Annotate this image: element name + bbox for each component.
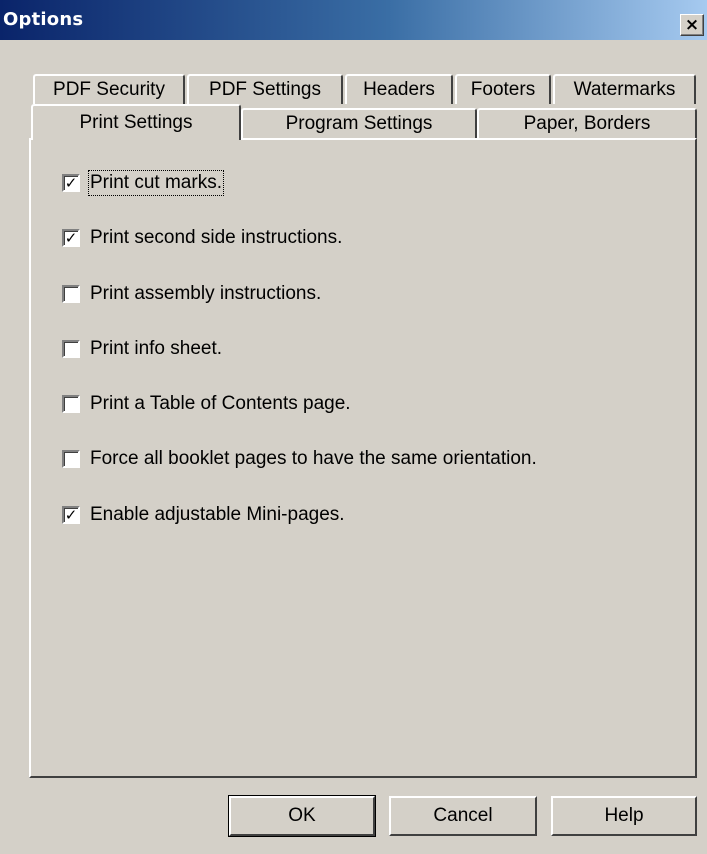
tab-footers[interactable]: Footers <box>455 74 551 104</box>
checkbox-row-force-same-orientation[interactable]: Force all booklet pages to have the same… <box>62 448 537 470</box>
checkbox-print-table-of-contents[interactable] <box>62 395 80 413</box>
tab-print-settings[interactable]: Print Settings <box>31 104 241 140</box>
checkbox-label[interactable]: Print assembly instructions. <box>90 283 321 305</box>
cancel-button[interactable]: Cancel <box>389 796 537 836</box>
tab-program-settings[interactable]: Program Settings <box>241 108 477 138</box>
checkbox-label[interactable]: Print info sheet. <box>90 338 222 360</box>
checkbox-print-info-sheet[interactable] <box>62 340 80 358</box>
help-button[interactable]: Help <box>551 796 697 836</box>
checkbox-label[interactable]: Print cut marks. <box>88 170 224 196</box>
ok-button[interactable]: OK <box>228 795 376 837</box>
checkbox-row-print-table-of-contents[interactable]: Print a Table of Contents page. <box>62 393 351 415</box>
checkbox-label[interactable]: Force all booklet pages to have the same… <box>90 448 537 470</box>
checkbox-row-print-assembly-instructions[interactable]: Print assembly instructions. <box>62 283 321 305</box>
close-icon[interactable]: × <box>680 14 704 36</box>
checkbox-label[interactable]: Print second side instructions. <box>90 227 342 249</box>
checkbox-print-assembly-instructions[interactable] <box>62 285 80 303</box>
checkbox-force-same-orientation[interactable] <box>62 450 80 468</box>
checkbox-row-enable-adjustable-mini-pages[interactable]: ✓ Enable adjustable Mini-pages. <box>62 504 345 526</box>
tab-pdf-settings[interactable]: PDF Settings <box>187 74 343 104</box>
tab-paper-borders[interactable]: Paper, Borders <box>477 108 697 138</box>
checkbox-label[interactable]: Enable adjustable Mini-pages. <box>90 504 345 526</box>
checkbox-row-print-info-sheet[interactable]: Print info sheet. <box>62 338 222 360</box>
checkbox-label[interactable]: Print a Table of Contents page. <box>90 393 351 415</box>
checkbox-print-cut-marks[interactable]: ✓ <box>62 174 80 192</box>
tab-headers[interactable]: Headers <box>345 74 453 104</box>
checkbox-row-print-second-side-instructions[interactable]: ✓ Print second side instructions. <box>62 227 342 249</box>
checkbox-row-print-cut-marks[interactable]: ✓ Print cut marks. <box>62 170 224 196</box>
window-title: Options <box>3 9 84 30</box>
checkbox-enable-adjustable-mini-pages[interactable]: ✓ <box>62 506 80 524</box>
tab-watermarks[interactable]: Watermarks <box>553 74 696 104</box>
tab-pdf-security[interactable]: PDF Security <box>33 74 185 104</box>
checkbox-print-second-side-instructions[interactable]: ✓ <box>62 229 80 247</box>
title-bar: Options × <box>0 0 707 40</box>
